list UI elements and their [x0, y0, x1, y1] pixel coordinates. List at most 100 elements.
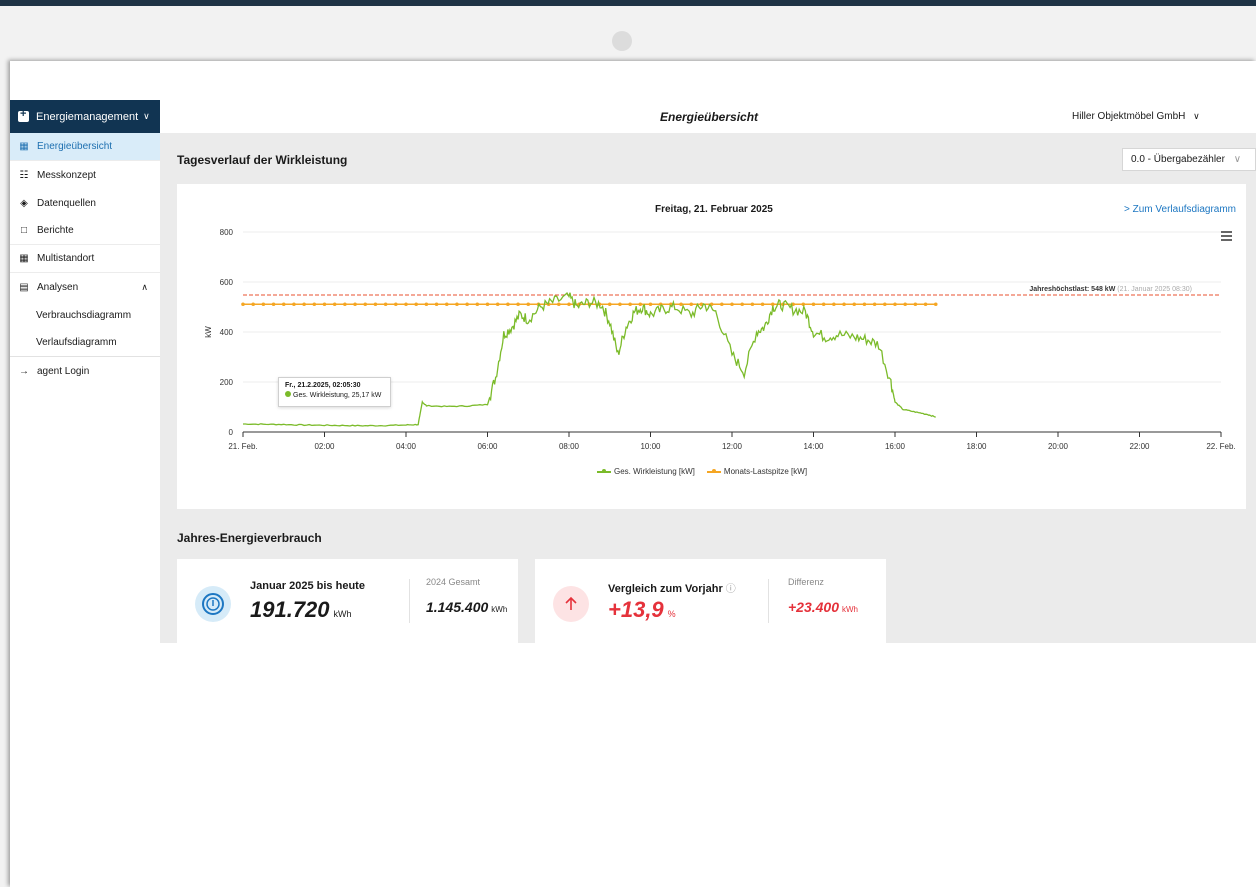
- series-dot-icon: [285, 391, 291, 397]
- card-label: Vergleich zum Vorjahr ⓘ: [608, 580, 736, 595]
- series-point-lastspitze: [241, 302, 245, 307]
- sidebar-item-messkonzept[interactable]: ☷ Messkonzept: [10, 161, 160, 189]
- chart-tooltip: Fr., 21.2.2025, 02:05:30 Ges. Wirkleistu…: [278, 377, 391, 407]
- card-value-number: +13,9: [608, 597, 664, 622]
- card-sub-label: 2024 Gesamt: [426, 577, 481, 587]
- legend-item-wirkleistung[interactable]: Ges. Wirkleistung [kW]: [597, 467, 695, 476]
- series-point-lastspitze: [322, 302, 327, 307]
- series-point-lastspitze: [465, 302, 469, 307]
- sidebar-item-multistandort[interactable]: ▦ Multistandort: [10, 245, 160, 273]
- x-tick-label: 06:00: [477, 442, 498, 451]
- chart-card: 0 200 400 600 800 kW 21. Feb. 02:00 04:00 06:00 08…: [177, 184, 1246, 509]
- card-value-number: 191.720: [250, 597, 330, 622]
- series-point-lastspitze: [872, 302, 877, 307]
- meter-select[interactable]: 0.0 - Übergabezähler ∨: [1122, 148, 1256, 171]
- series-point-lastspitze: [730, 302, 734, 307]
- x-tick-label: 02:00: [314, 442, 335, 451]
- sidebar-item-label: Energieübersicht: [37, 141, 113, 152]
- page-title: Energieübersicht: [660, 110, 759, 124]
- sidebar-item-berichte[interactable]: □ Berichte: [10, 217, 160, 245]
- legend-swatch-orange: [706, 468, 721, 473]
- x-tick-label: 12:00: [722, 442, 743, 451]
- series-point-lastspitze: [842, 302, 846, 307]
- card-sub-value-unit: kWh: [491, 605, 508, 614]
- series-point-lastspitze: [903, 302, 907, 307]
- chevron-right-icon: >: [1124, 204, 1130, 215]
- sidebar-item-label: Messkonzept: [37, 169, 96, 181]
- arrow-right-icon: →: [19, 365, 29, 377]
- series-point-lastspitze: [302, 302, 306, 307]
- series-point-lastspitze: [883, 302, 887, 307]
- series-point-lastspitze: [475, 302, 480, 307]
- sidebar-item-analysen[interactable]: ▤ Analysen ∧: [10, 273, 160, 301]
- chart-menu-icon[interactable]: [1221, 231, 1232, 241]
- sidebar-item-agent-login[interactable]: → agent Login: [10, 357, 160, 385]
- chart-link-label: Zum Verlaufsdiagramm: [1132, 204, 1236, 215]
- series-point-lastspitze: [526, 302, 531, 307]
- series-point-lastspitze: [557, 302, 561, 307]
- series-point-lastspitze: [607, 302, 612, 307]
- series-point-lastspitze: [485, 302, 490, 307]
- chevron-up-icon: ∧: [141, 281, 148, 292]
- sidebar-item-datenquellen[interactable]: ◈ Datenquellen: [10, 189, 160, 217]
- card-value: +13,9%: [608, 597, 676, 623]
- sidebar-item-label: Multistandort: [37, 253, 95, 264]
- series-point-lastspitze: [852, 302, 857, 307]
- series-point-lastspitze: [373, 302, 378, 307]
- series-point-lastspitze: [933, 302, 938, 307]
- legend-item-lastspitze[interactable]: Monats-Lastspitze [kW]: [706, 467, 808, 476]
- x-tick-label: 22:00: [1129, 442, 1150, 451]
- card-sub-value-number: +23.400: [788, 599, 839, 615]
- sidebar-item-verlaufsdiagramm[interactable]: Verlaufsdiagramm: [10, 329, 160, 357]
- series-point-lastspitze: [495, 302, 500, 307]
- y-tick-label: 200: [220, 378, 234, 387]
- series-point-lastspitze: [444, 302, 449, 307]
- camera-dot: [612, 31, 632, 51]
- chevron-down-icon: ∨: [1233, 154, 1242, 165]
- sidebar-item-label: Berichte: [37, 225, 74, 236]
- x-tick-label: 10:00: [640, 442, 661, 451]
- series-point-lastspitze: [292, 302, 296, 307]
- x-tick-label: 22. Feb.: [1206, 442, 1235, 451]
- sidebar-header[interactable]: Energiemanagement ∨: [10, 100, 160, 133]
- y-axis-label: kW: [204, 326, 213, 338]
- series-point-lastspitze: [383, 302, 388, 307]
- series-point-lastspitze: [679, 302, 683, 307]
- chevron-down-icon: ∨: [1193, 111, 1200, 121]
- info-icon[interactable]: ⓘ: [726, 584, 736, 595]
- series-point-lastspitze: [893, 302, 897, 307]
- y-tick-label: 600: [220, 278, 234, 287]
- section-title-jahresverbrauch: Jahres-Energieverbrauch: [177, 531, 322, 545]
- series-point-lastspitze: [363, 302, 368, 307]
- sidebar-item-energieuebersicht[interactable]: ▦ Energieübersicht: [10, 133, 160, 161]
- verlaufsdiagramm-link[interactable]: > Zum Verlaufsdiagramm: [1124, 204, 1236, 215]
- series-point-lastspitze: [506, 302, 510, 307]
- topbar: Energieübersicht Hiller Objektmöbel GmbH…: [160, 100, 1256, 133]
- card-value: 191.720 kWh: [250, 597, 352, 623]
- card-divider: [409, 579, 410, 623]
- meter-select-value: 0.0 - Übergabezähler: [1131, 154, 1225, 165]
- legend-label: Monats-Lastspitze [kW]: [723, 467, 808, 476]
- series-point-lastspitze: [770, 302, 775, 307]
- series-point-lastspitze: [394, 302, 398, 307]
- card-sub-value: 1.145.400 kWh: [426, 599, 507, 615]
- sidebar-header-label: Energiemanagement: [36, 110, 139, 123]
- sidebar-item-verbrauchsdiagramm[interactable]: Verbrauchsdiagramm: [10, 301, 160, 329]
- company-selector[interactable]: Hiller Objektmöbel GmbH ∨: [1072, 111, 1200, 122]
- energy-module-icon: [18, 108, 29, 122]
- card-jahresverbrauch: Januar 2025 bis heute 191.720 kWh 2024 Ge…: [177, 559, 518, 643]
- hierarchy-icon: ☷: [19, 169, 29, 181]
- series-point-lastspitze: [312, 302, 317, 307]
- series-point-lastspitze: [720, 302, 724, 307]
- series-point-lastspitze: [261, 302, 266, 307]
- series-point-lastspitze: [353, 302, 357, 307]
- series-point-lastspitze: [455, 302, 459, 307]
- card-value-unit: kWh: [333, 609, 352, 619]
- series-point-lastspitze: [424, 302, 429, 307]
- series-point-lastspitze: [251, 302, 255, 307]
- series-point-lastspitze: [923, 302, 928, 307]
- series-point-lastspitze: [414, 302, 418, 307]
- y-tick-label: 0: [229, 428, 234, 437]
- sidebar-item-label: Verlaufsdiagramm: [36, 337, 117, 348]
- series-point-lastspitze: [913, 302, 918, 307]
